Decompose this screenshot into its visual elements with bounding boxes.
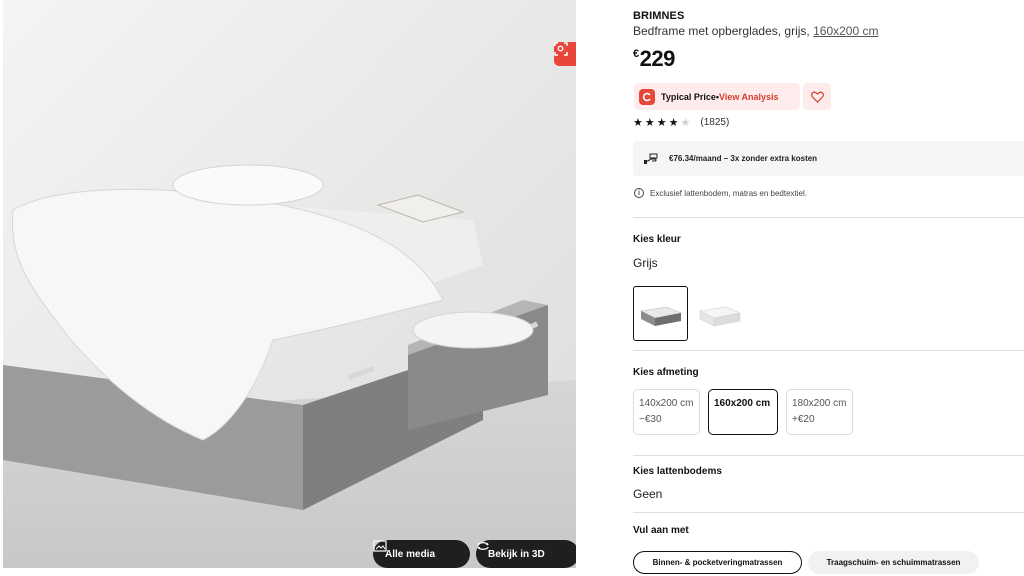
typical-price-badge[interactable]: Typical Price • View Analysis xyxy=(634,83,800,110)
divider xyxy=(633,350,1024,351)
size-section-label: Kies afmeting xyxy=(633,367,699,378)
selected-color-value: Grijs xyxy=(633,256,658,270)
star-icon: ★ xyxy=(668,117,679,129)
exclusion-note: i Exclusief lattenbodem, matras en bedte… xyxy=(634,188,807,198)
view-3d-button[interactable]: Bekijk in 3D xyxy=(476,540,576,568)
price-currency: € xyxy=(633,48,639,60)
product-size-link[interactable]: 160x200 cm xyxy=(813,24,878,38)
product-price: €229 xyxy=(633,46,675,72)
view-3d-label: Bekijk in 3D xyxy=(488,548,545,560)
all-media-label: Alle media xyxy=(385,548,436,560)
price-tracker-logo-icon xyxy=(639,88,655,105)
grey-bed-thumbnail xyxy=(639,306,682,326)
gallery-icon xyxy=(373,540,387,552)
info-icon: i xyxy=(634,188,644,198)
heart-icon xyxy=(810,91,824,103)
size-option-180x200[interactable]: 180x200 cm +€20 xyxy=(786,389,853,435)
size-option-160x200[interactable]: 160x200 cm xyxy=(708,389,778,435)
size-option-price-delta: −€30 xyxy=(639,414,662,425)
price-value: 229 xyxy=(639,46,676,71)
product-brand: BRIMNES xyxy=(633,10,685,22)
typical-price-label: Typical Price xyxy=(661,91,716,102)
color-swatch-white[interactable] xyxy=(692,286,747,341)
size-option-label: 180x200 cm xyxy=(792,398,847,409)
exclusion-note-text: Exclusief lattenbodem, matras en bedtext… xyxy=(650,188,807,198)
visual-search-button[interactable] xyxy=(554,42,576,66)
color-section-label: Kies kleur xyxy=(633,234,681,245)
payment-hand-icon xyxy=(644,153,658,164)
complete-section-label: Vul aan met xyxy=(633,525,689,536)
color-swatch-grey[interactable] xyxy=(633,286,688,341)
product-rating[interactable]: ★ ★ ★ ★ ★ (1825) xyxy=(633,116,729,129)
product-description: Bedframe met opberglades, grijs, 160x200… xyxy=(633,24,878,38)
review-count: (1825) xyxy=(700,117,730,128)
slats-section-label: Kies lattenbodems xyxy=(633,466,722,477)
star-icon: ★ xyxy=(644,117,655,129)
product-description-text: Bedframe met opberglades, grijs, xyxy=(633,24,810,38)
divider xyxy=(633,512,1024,513)
scan-icon xyxy=(554,42,568,56)
star-icon: ★ xyxy=(656,117,667,129)
product-image[interactable]: Alle media Bekijk in 3D xyxy=(3,0,576,568)
bed-illustration xyxy=(3,0,576,568)
chip-spring-mattresses[interactable]: Binnen- & pocketveringmatrassen xyxy=(633,551,802,574)
size-option-price-delta: +€20 xyxy=(792,414,815,425)
financing-banner[interactable]: €76.34/maand – 3x zonder extra kosten xyxy=(633,141,1024,176)
size-option-label: 140x200 cm xyxy=(639,398,694,409)
size-option-label: 160x200 cm xyxy=(714,398,771,409)
half-star-icon: ★ xyxy=(680,117,691,129)
rotate-3d-icon xyxy=(477,542,489,550)
white-bed-thumbnail xyxy=(698,306,741,326)
divider xyxy=(633,217,1024,218)
all-media-button[interactable]: Alle media xyxy=(373,540,470,568)
favorite-button[interactable] xyxy=(803,83,831,110)
selected-slats-value: Geen xyxy=(633,487,663,501)
financing-text: €76.34/maand – 3x zonder extra kosten xyxy=(669,154,818,163)
size-option-140x200[interactable]: 140x200 cm −€30 xyxy=(633,389,700,435)
star-icon: ★ xyxy=(633,117,643,129)
view-analysis-link[interactable]: View Analysis xyxy=(719,92,779,102)
chip-foam-mattresses[interactable]: Traagschuim- en schuimmatrassen xyxy=(808,551,979,574)
divider xyxy=(633,455,1024,456)
